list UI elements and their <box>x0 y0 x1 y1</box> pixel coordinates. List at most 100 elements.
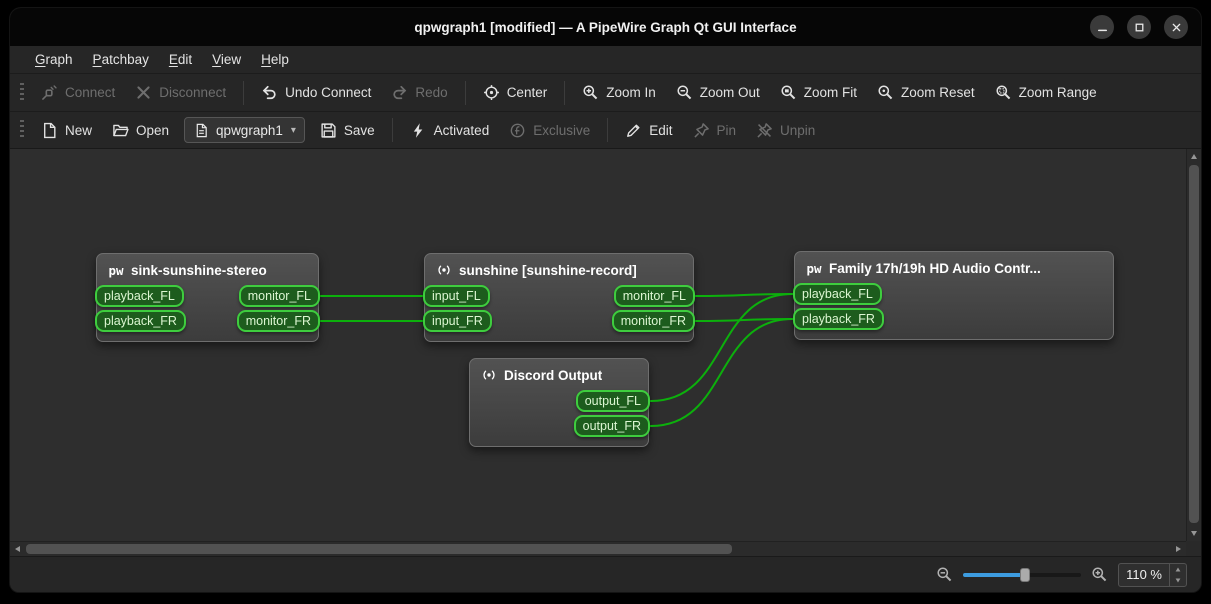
zoom-out-icon <box>676 84 693 101</box>
vertical-scrollbar-handle[interactable] <box>1189 165 1199 523</box>
toolbar-zoom-reset-button[interactable]: Zoom Reset <box>868 79 984 107</box>
node-title-text: sunshine [sunshine-record] <box>459 263 637 278</box>
port-out-monitor_FL[interactable]: monitor_FL <box>239 285 320 307</box>
zoom-slider-handle[interactable] <box>1020 568 1030 582</box>
toolbar-grip-handle[interactable] <box>20 83 24 103</box>
node-title-text: Family 17h/19h HD Audio Contr... <box>829 261 1041 276</box>
toolbar-redo-button: Redo <box>382 79 456 107</box>
toolbar-edit-button[interactable]: Edit <box>616 116 681 144</box>
connection-wire[interactable] <box>696 294 792 296</box>
toolbar-grip-handle[interactable] <box>20 120 24 140</box>
toolbar-separator <box>392 118 393 142</box>
toolbar-zoom-in-button[interactable]: Zoom In <box>573 79 665 107</box>
node-family-hd-audio[interactable]: pwFamily 17h/19h HD Audio Contr...playba… <box>794 251 1114 340</box>
port-out-output_FL[interactable]: output_FL <box>576 390 650 412</box>
titlebar[interactable]: qpwgraph1 [modified] — A PipeWire Graph … <box>10 8 1201 46</box>
spin-down-button[interactable] <box>1170 575 1186 586</box>
node-title-text: Discord Output <box>504 368 602 383</box>
triangle-left-icon <box>15 546 20 552</box>
node-sunshine[interactable]: sunshine [sunshine-record]input_FLmonito… <box>424 253 694 342</box>
toolbar-new-button[interactable]: New <box>32 116 101 144</box>
port-out-output_FR[interactable]: output_FR <box>574 415 650 437</box>
scroll-up-button[interactable] <box>1187 149 1201 164</box>
activated-icon <box>410 122 427 139</box>
toolbar-zoom-out-button[interactable]: Zoom Out <box>667 79 769 107</box>
toolbar-button-label: Save <box>344 123 375 138</box>
new-icon <box>41 122 58 139</box>
window-title: qpwgraph1 [modified] — A PipeWire Graph … <box>414 20 796 35</box>
toolbar-disconnect-button: Disconnect <box>126 79 235 107</box>
maximize-icon <box>1132 20 1147 35</box>
menubar: GraphPatchbayEditViewHelp <box>10 46 1201 73</box>
maximize-button[interactable] <box>1127 15 1151 39</box>
spinbox-buttons <box>1169 564 1186 586</box>
minimize-button[interactable] <box>1090 15 1114 39</box>
chevron-down-icon: ▾ <box>291 125 296 136</box>
port-in-playback_FL[interactable]: playback_FL <box>95 285 184 307</box>
patchbay-file-combo[interactable]: qpwgraph1 ▾ <box>184 117 305 143</box>
port-out-monitor_FR[interactable]: monitor_FR <box>237 310 320 332</box>
port-in-input_FL[interactable]: input_FL <box>423 285 490 307</box>
patchbay-file-icon <box>193 122 210 139</box>
toolbar-zoom-range-button[interactable]: Zoom Range <box>986 79 1106 107</box>
scrollbar-corner <box>1186 541 1201 556</box>
triangle-right-icon <box>1176 546 1181 552</box>
port-in-playback_FR[interactable]: playback_FR <box>95 310 186 332</box>
node-title: Discord Output <box>470 359 648 388</box>
menu-item-edit[interactable]: Edit <box>160 49 201 70</box>
toolbar-patchbay-items: NewOpen qpwgraph1 ▾ Save ActivatedExclusive E… <box>32 116 824 144</box>
toolbar-save-button[interactable]: Save <box>311 116 384 144</box>
toolbar-zoom-fit-button[interactable]: Zoom Fit <box>771 79 866 107</box>
record-icon <box>480 367 498 383</box>
menu-item-graph[interactable]: Graph <box>26 49 82 70</box>
node-title: pwsink-sunshine-stereo <box>97 254 318 283</box>
pipewire-icon: pw <box>107 262 125 278</box>
disconnect-icon <box>135 84 152 101</box>
menu-item-help[interactable]: Help <box>252 49 298 70</box>
close-button[interactable] <box>1164 15 1188 39</box>
toolbar-button-label: Zoom In <box>606 85 656 100</box>
zoom-slider[interactable] <box>963 566 1081 584</box>
zoom-value-field[interactable]: 110 % <box>1119 564 1169 586</box>
menu-item-patchbay[interactable]: Patchbay <box>84 49 158 70</box>
port-in-playback_FR[interactable]: playback_FR <box>793 308 884 330</box>
port-in-playback_FL[interactable]: playback_FL <box>793 283 882 305</box>
undo-icon <box>261 84 278 101</box>
zoom-slider-fill <box>963 573 1025 577</box>
redo-icon <box>391 84 408 101</box>
toolbar-center-button[interactable]: Center <box>474 79 557 107</box>
port-out-monitor_FR[interactable]: monitor_FR <box>612 310 695 332</box>
toolbar-activated-button[interactable]: Activated <box>401 116 499 144</box>
spin-up-button[interactable] <box>1170 564 1186 575</box>
scroll-right-button[interactable] <box>1171 542 1186 556</box>
toolbar-button-label: Zoom Fit <box>804 85 857 100</box>
toolbar-button-label: Unpin <box>780 123 815 138</box>
horizontal-scrollbar-handle[interactable] <box>26 544 732 554</box>
connection-wire[interactable] <box>696 319 792 321</box>
toolbar-open-button[interactable]: Open <box>103 116 178 144</box>
toolbar-undo-connect-button[interactable]: Undo Connect <box>252 79 380 107</box>
graph-canvas[interactable]: pwsink-sunshine-stereoplayback_FLmonitor… <box>10 149 1186 541</box>
port-out-monitor_FL[interactable]: monitor_FL <box>614 285 695 307</box>
zoom-in-icon <box>582 84 599 101</box>
scroll-left-button[interactable] <box>10 542 25 556</box>
toolbar-button-label: Undo Connect <box>285 85 371 100</box>
unpin-icon <box>756 122 773 139</box>
zoom-spinbox[interactable]: 110 % <box>1118 563 1187 587</box>
vertical-scrollbar[interactable] <box>1186 149 1201 541</box>
node-discord-output[interactable]: Discord Output output_FL output_FR <box>469 358 649 447</box>
menu-item-view[interactable]: View <box>203 49 250 70</box>
port-in-input_FR[interactable]: input_FR <box>423 310 492 332</box>
scroll-down-button[interactable] <box>1187 526 1201 541</box>
combo-selected-value: qpwgraph1 <box>216 123 283 138</box>
horizontal-scrollbar[interactable] <box>10 541 1186 556</box>
node-sink-sunshine-stereo[interactable]: pwsink-sunshine-stereoplayback_FLmonitor… <box>96 253 319 342</box>
toolbar-button-label: Zoom Out <box>700 85 760 100</box>
toolbar-exclusive-button: Exclusive <box>500 116 599 144</box>
window-controls <box>1090 8 1188 46</box>
node-title: pwFamily 17h/19h HD Audio Contr... <box>795 252 1113 281</box>
zoom-out-icon <box>936 566 953 583</box>
toolbar-button-label: Disconnect <box>159 85 226 100</box>
statusbar: 110 % <box>10 556 1201 592</box>
toolbar-button-label: Center <box>507 85 548 100</box>
